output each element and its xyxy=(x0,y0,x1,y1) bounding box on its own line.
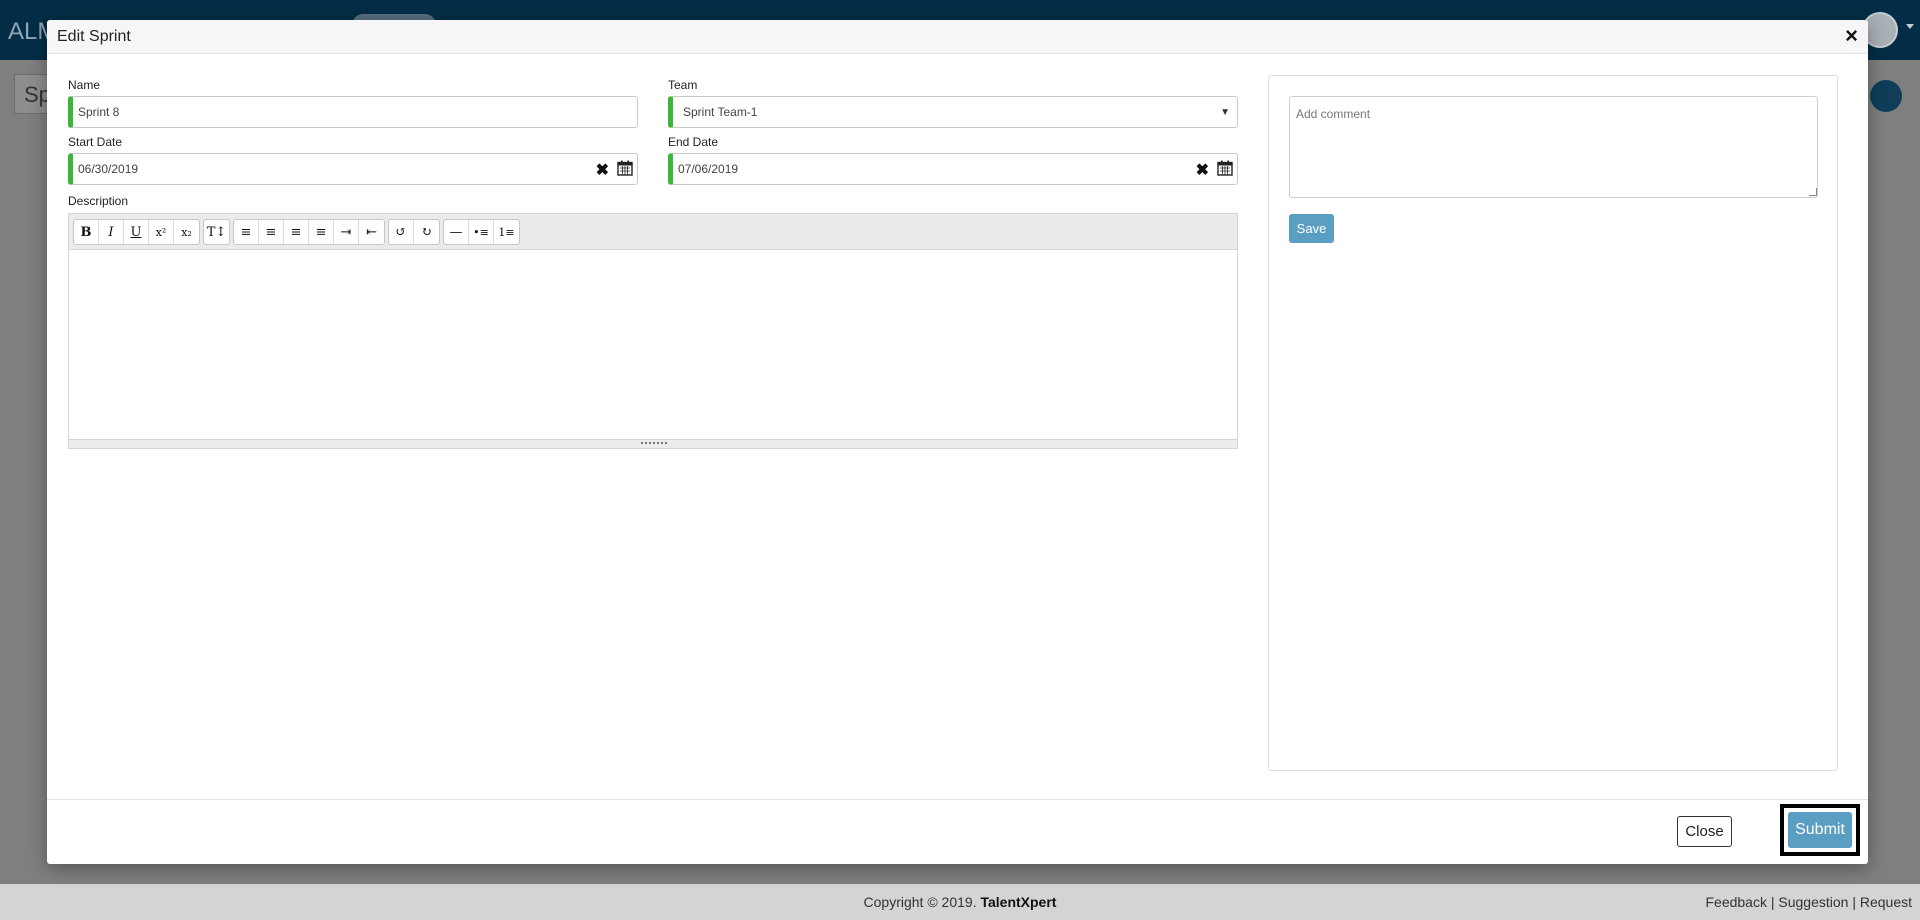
team-value: Sprint Team-1 xyxy=(683,105,758,119)
description-text-area[interactable] xyxy=(69,251,1237,440)
calendar-icon[interactable] xyxy=(617,160,633,176)
bullet-list-button[interactable]: •≡ xyxy=(469,220,494,244)
chevron-down-icon[interactable] xyxy=(1906,24,1914,29)
end-date-input[interactable]: 07/06/2019 ✖ xyxy=(668,153,1238,185)
description-editor: B I U x² x₂ T↕ ≡ ≡ ≡ ≡ ⇥ ⇤ ↺ ↻ — •≡ 1≡ xyxy=(68,213,1238,449)
undo-button[interactable]: ↺ xyxy=(389,220,414,244)
caret-down-icon: ▼ xyxy=(1220,107,1230,118)
name-input[interactable]: Sprint 8 xyxy=(68,96,638,128)
outdent-button[interactable]: ⇤ xyxy=(359,220,384,244)
resize-grip-icon xyxy=(641,442,667,446)
end-date-value: 07/06/2019 xyxy=(678,162,739,176)
toolbar-group-font: T↕ xyxy=(203,219,230,245)
modal-header: Edit Sprint × xyxy=(47,20,1868,54)
subscript-button[interactable]: x₂ xyxy=(174,220,199,244)
company-name: TalentXpert xyxy=(980,894,1057,910)
team-label: Team xyxy=(668,78,698,92)
clear-icon[interactable]: ✖ xyxy=(596,160,609,180)
start-date-label: Start Date xyxy=(68,135,123,149)
align-right-button[interactable]: ≡ xyxy=(284,220,309,244)
font-size-button[interactable]: T↕ xyxy=(204,220,229,244)
submit-button-focus-ring: Submit xyxy=(1780,804,1860,856)
align-left-button[interactable]: ≡ xyxy=(234,220,259,244)
footer-links[interactable]: Feedback | Suggestion | Request xyxy=(1705,894,1912,910)
justify-button[interactable]: ≡ xyxy=(309,220,334,244)
submit-button[interactable]: Submit xyxy=(1788,812,1852,848)
indent-button[interactable]: ⇥ xyxy=(334,220,359,244)
copyright-text: Copyright © 2019. xyxy=(863,894,981,910)
start-date-input[interactable]: 06/30/2019 ✖ xyxy=(68,153,638,185)
app-footer: Copyright © 2019. TalentXpert Feedback |… xyxy=(0,884,1920,920)
name-label: Name xyxy=(68,78,101,92)
horizontal-rule-button[interactable]: — xyxy=(444,220,469,244)
close-icon[interactable]: × xyxy=(1845,24,1858,48)
modal-title: Edit Sprint xyxy=(57,28,131,45)
description-label: Description xyxy=(68,194,129,208)
footer-copyright: Copyright © 2019. TalentXpert xyxy=(0,894,1920,910)
italic-button[interactable]: I xyxy=(99,220,124,244)
comment-panel: Add comment Save xyxy=(1268,75,1838,771)
start-date-value: 06/30/2019 xyxy=(78,162,139,176)
end-date-label: End Date xyxy=(668,135,719,149)
redo-button[interactable]: ↻ xyxy=(414,220,439,244)
numbered-list-button[interactable]: 1≡ xyxy=(494,220,519,244)
toolbar-group-insert: — •≡ 1≡ xyxy=(443,219,520,245)
underline-button[interactable]: U xyxy=(124,220,149,244)
editor-resize-handle[interactable] xyxy=(69,439,1237,448)
team-select[interactable]: Sprint Team-1 ▼ xyxy=(668,96,1238,128)
toolbar-group-format: B I U x² x₂ xyxy=(73,219,200,245)
toolbar-group-align: ≡ ≡ ≡ ≡ ⇥ ⇤ xyxy=(233,219,385,245)
bold-button[interactable]: B xyxy=(74,220,99,244)
toolbar-group-history: ↺ ↻ xyxy=(388,219,440,245)
comment-input[interactable]: Add comment xyxy=(1289,96,1818,198)
name-value: Sprint 8 xyxy=(78,105,120,119)
edit-sprint-modal: Edit Sprint × Name Sprint 8 Team Sprint … xyxy=(47,20,1868,864)
close-button[interactable]: Close xyxy=(1677,816,1732,847)
chart-icon[interactable] xyxy=(1870,80,1902,112)
superscript-button[interactable]: x² xyxy=(149,220,174,244)
clear-icon[interactable]: ✖ xyxy=(1196,160,1209,180)
align-center-button[interactable]: ≡ xyxy=(259,220,284,244)
save-comment-button[interactable]: Save xyxy=(1289,214,1334,243)
calendar-icon[interactable] xyxy=(1217,160,1233,176)
resize-grip-icon[interactable] xyxy=(1809,188,1817,196)
editor-toolbar: B I U x² x₂ T↕ ≡ ≡ ≡ ≡ ⇥ ⇤ ↺ ↻ — •≡ 1≡ xyxy=(69,214,1237,250)
modal-footer xyxy=(47,799,1868,864)
